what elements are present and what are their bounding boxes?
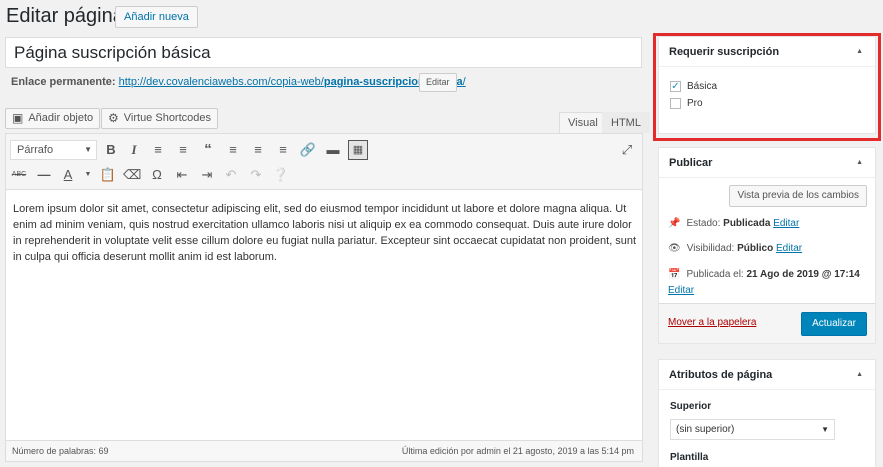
text-color-dropdown-icon[interactable]: ▼ [79,166,97,184]
virtue-label: Virtue Shortcodes [123,112,212,124]
redo-icon[interactable]: ↷ [247,166,265,184]
numbered-list-icon[interactable]: ≡ [174,141,192,159]
chevron-down-icon: ▼ [84,145,92,154]
read-more-icon[interactable]: ▬ [324,141,342,159]
toolbar-toggle-icon[interactable]: ▦ [348,140,368,160]
editor-status-bar: Número de palabras: 69 Última edición po… [6,440,642,461]
indent-icon[interactable]: ⇥ [198,166,216,184]
horizontal-line-icon[interactable]: — [35,166,53,184]
published-label: Publicada el: [686,269,744,280]
paste-text-icon[interactable]: 📋 [99,166,117,184]
format-select-value: Párrafo [17,144,54,156]
publish-header[interactable]: Publicar ▲ [659,148,875,178]
permalink-link[interactable]: http://dev.covalenciawebs.com/copia-web/… [119,76,466,88]
last-edit: Última edición por admin el 21 agosto, 2… [401,446,634,456]
word-count: Número de palabras: 69 [12,446,109,456]
gear-icon: ⚙ [108,111,119,125]
option-basica[interactable]: ✓ Básica [670,81,717,92]
visibility-label: Visibilidad: [686,243,735,254]
checkbox-basica[interactable]: ✓ [670,81,681,92]
help-icon[interactable]: ❔ [272,166,290,184]
preview-changes-button[interactable]: Vista previa de los cambios [729,185,867,207]
align-left-icon[interactable]: ≡ [224,141,242,159]
option-pro[interactable]: Pro [670,98,703,109]
status-value: Publicada [723,218,771,229]
visibility-value: Público [737,243,774,254]
editor-content[interactable]: Lorem ipsum dolor sit amet, consectetur … [13,201,639,265]
template-label: Plantilla [670,452,709,463]
edit-visibility-link[interactable]: Editar [776,243,802,254]
require-subscription-header[interactable]: Requerir suscripción ▲ [659,37,875,67]
undo-icon[interactable]: ↶ [222,166,240,184]
strikethrough-icon[interactable]: ABC [10,166,28,184]
fullscreen-icon[interactable]: ⤢ [618,141,636,159]
visibility-row: 👁 Visibilidad: Público Editar [668,243,802,254]
bold-icon[interactable]: B [102,141,120,159]
status-row: 📌 Estado: Publicada Editar [668,218,799,229]
chevron-down-icon: ▼ [821,425,829,434]
parent-label: Superior [670,401,712,412]
pin-icon: 📌 [668,218,681,229]
move-to-trash-link[interactable]: Mover a la papelera [668,317,756,328]
post-title-input[interactable]: Página suscripción básica [5,37,642,68]
collapse-icon[interactable]: ▲ [856,148,863,178]
publish-title: Publicar [669,157,713,169]
media-icon: ▣ [12,111,24,125]
outdent-icon[interactable]: ⇤ [173,166,191,184]
bullet-list-icon[interactable]: ≡ [149,141,167,159]
content-editor: Párrafo ▼ B I ≡ ≡ “ ≡ ≡ ≡ 🔗 ▬ ▦ ⤢ ABC — … [5,133,643,462]
publish-actions: Mover a la papelera Actualizar [659,303,875,343]
require-subscription-title: Requerir suscripción [669,46,780,58]
permalink: Enlace permanente: http://dev.covalencia… [11,76,466,88]
checkbox-pro[interactable] [670,98,681,109]
text-color-icon[interactable]: A [59,166,77,184]
tab-html[interactable]: HTML [602,112,650,133]
page-attributes-title: Atributos de página [669,369,773,381]
status-label: Estado: [686,218,721,229]
special-character-icon[interactable]: Ω [148,166,166,184]
virtue-shortcodes-button[interactable]: ⚙ Virtue Shortcodes [101,108,219,129]
format-select[interactable]: Párrafo ▼ [10,140,97,160]
add-media-label: Añadir objeto [28,112,94,124]
parent-select-value: (sin superior) [676,424,735,435]
add-media-button[interactable]: ▣ Añadir objeto [5,108,101,129]
link-icon[interactable]: 🔗 [299,141,317,159]
edit-permalink-button[interactable]: Editar [419,73,457,92]
update-button[interactable]: Actualizar [801,312,867,336]
parent-select[interactable]: (sin superior) ▼ [670,419,835,440]
option-basica-label: Básica [687,81,718,92]
permalink-base: http://dev.covalenciawebs.com/copia-web/ [118,76,324,88]
collapse-icon[interactable]: ▲ [856,360,863,390]
eye-icon: 👁 [668,243,681,254]
calendar-icon: 📅 [668,269,681,280]
collapse-icon[interactable]: ▲ [856,37,863,67]
align-right-icon[interactable]: ≡ [274,141,292,159]
page-attributes-header[interactable]: Atributos de página ▲ [659,360,875,390]
edit-status-link[interactable]: Editar [773,218,799,229]
align-center-icon[interactable]: ≡ [249,141,267,159]
add-new-button[interactable]: Añadir nueva [115,6,198,28]
permalink-tail: / [462,76,466,88]
page-attributes-box: Atributos de página ▲ Superior (sin supe… [658,359,876,467]
clear-formatting-icon[interactable]: ⌫ [123,166,141,184]
permalink-label: Enlace permanente: [11,76,116,88]
published-row: 📅 Publicada el: 21 Ago de 2019 @ 17:14 [668,269,860,280]
option-pro-label: Pro [687,98,703,109]
edit-date-link[interactable]: Editar [668,285,694,296]
italic-icon[interactable]: I [125,141,143,159]
require-subscription-box: Requerir suscripción ▲ ✓ Básica Pro [658,36,876,134]
page-title: Editar página [6,5,124,27]
blockquote-icon[interactable]: “ [199,141,217,159]
editor-toolbar: Párrafo ▼ B I ≡ ≡ “ ≡ ≡ ≡ 🔗 ▬ ▦ ⤢ ABC — … [6,134,642,190]
tab-visual[interactable]: Visual [559,112,607,133]
published-value: 21 Ago de 2019 @ 17:14 [746,269,860,280]
publish-box: Publicar ▲ Vista previa de los cambios 📌… [658,147,876,344]
